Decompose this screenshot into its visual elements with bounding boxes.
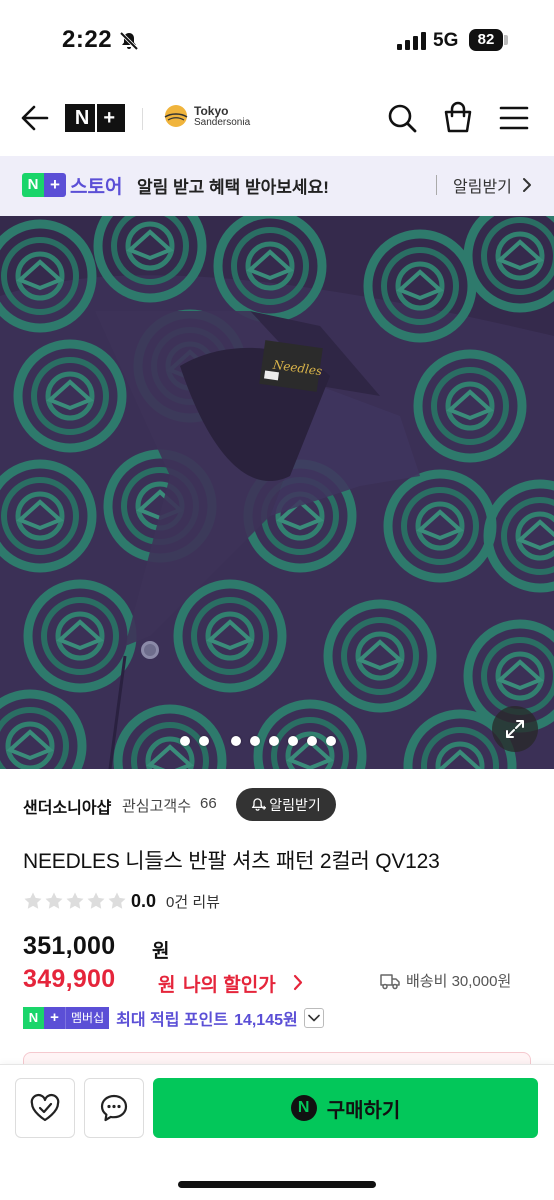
chat-bubble-icon — [100, 1094, 128, 1122]
promo-divider — [436, 175, 437, 195]
chevron-right-icon — [293, 974, 303, 991]
shopping-bag-icon[interactable] — [442, 100, 474, 134]
store-notify-button[interactable]: 알림받기 — [236, 788, 336, 821]
search-icon[interactable] — [386, 102, 418, 134]
rating-score: 0.0 — [131, 890, 157, 911]
badge-n: N — [22, 173, 44, 197]
store-logo-icon[interactable] — [162, 102, 190, 130]
star-icon — [45, 892, 63, 909]
logo-separator — [95, 104, 98, 132]
wishlist-button[interactable] — [15, 1078, 75, 1138]
naver-pay-icon: N — [290, 1095, 317, 1121]
badge-plus: + — [44, 1007, 65, 1029]
star-icon — [66, 892, 84, 909]
store-info-row: 샌더소니아샵 관심고객수 66 알림받기 — [0, 769, 554, 841]
promo-notify-link[interactable]: 알림받기 — [453, 173, 512, 197]
promo-store-label: 스토어 — [70, 177, 123, 198]
points-value: 14,145원 — [234, 1012, 298, 1029]
home-indicator[interactable] — [178, 1181, 376, 1188]
nplus-store-badge: N + — [22, 173, 66, 197]
gallery-dot[interactable] — [269, 736, 279, 746]
status-time: 2:22 — [62, 26, 113, 53]
sale-price-unit: 원 — [158, 975, 176, 996]
header-divider — [142, 108, 143, 130]
buy-button[interactable]: N 구매하기 — [153, 1078, 538, 1138]
fan-count-label: 관심고객수 — [122, 798, 192, 815]
star-icon — [24, 892, 42, 909]
points-label: 최대 적립 포인트 — [116, 1012, 229, 1029]
gallery-dot[interactable] — [180, 736, 190, 746]
badge-n: N — [23, 1007, 44, 1029]
network-type: 5G — [433, 30, 459, 51]
sale-price: 349,900 — [23, 965, 116, 993]
store-name[interactable]: 샌더소니아샵 — [23, 794, 111, 818]
membership-label: 멤버십 — [65, 1007, 110, 1029]
points-expand-button[interactable] — [303, 1008, 324, 1028]
store-notify-label: 알림받기 — [269, 796, 321, 813]
battery-level: 82 — [469, 29, 503, 51]
truck-icon — [380, 973, 400, 989]
expand-icon — [506, 720, 524, 738]
heart-check-icon — [30, 1093, 60, 1122]
gallery-dot[interactable] — [326, 736, 336, 746]
star-icon — [108, 892, 126, 909]
store-notify-banner[interactable]: N + 스토어 알림 받고 혜택 받아보세요! 알림받기 — [0, 156, 554, 216]
points-row[interactable]: N + 멤버십 최대 적립 포인트 14,145원 — [23, 1006, 324, 1030]
star-icon — [87, 892, 105, 909]
buy-label: 구매하기 — [326, 1099, 401, 1122]
gallery-dot[interactable] — [231, 736, 241, 746]
review-count[interactable]: 0건 리뷰 — [166, 891, 220, 912]
store-logo-line2: Sandersonia — [194, 117, 251, 128]
product-image[interactable]: Needles — [0, 216, 554, 769]
star-rating — [23, 891, 127, 911]
shirt-illustration: Needles — [0, 216, 554, 769]
bell-off-icon — [119, 31, 139, 51]
promo-message: 알림 받고 혜택 받아보세요! — [137, 178, 329, 197]
nplus-logo-n: N — [74, 106, 90, 129]
badge-plus: + — [44, 173, 66, 197]
expand-image-button[interactable] — [492, 706, 538, 752]
status-bar: 2:22 5G 82 — [0, 0, 554, 80]
gallery-dot[interactable] — [199, 736, 209, 746]
gallery-dot[interactable] — [307, 736, 317, 746]
chevron-right-icon — [523, 178, 531, 192]
shipping-fee: 배송비 30,000원 — [406, 973, 512, 990]
original-price-unit: 원 — [152, 941, 170, 962]
chevron-down-icon — [307, 1014, 320, 1022]
nplus-membership-badge: N + 멤버십 — [23, 1007, 110, 1029]
gallery-pagination[interactable] — [180, 736, 336, 746]
battery-cap — [504, 35, 508, 45]
rating-row[interactable]: 0.0 0건 리뷰 — [23, 890, 220, 912]
product-title: NEEDLES 니들스 반팔 셔츠 패턴 2컬러 QV123 — [23, 850, 440, 873]
original-price: 351,000 — [23, 932, 116, 960]
store-logo-line1: Tokyo — [194, 104, 229, 118]
nplus-logo[interactable]: N + — [65, 104, 125, 132]
talk-talk-button[interactable] — [84, 1078, 144, 1138]
menu-icon[interactable] — [499, 104, 529, 132]
bell-plus-icon — [251, 798, 267, 811]
nplus-logo-plus: + — [103, 106, 116, 129]
app-header: N + Tokyo Sandersonia — [0, 80, 554, 156]
gallery-dot[interactable] — [288, 736, 298, 746]
my-discount-link[interactable]: 나의 할인가 — [183, 970, 276, 997]
bottom-action-bar: N 구매하기 — [0, 1064, 554, 1200]
gallery-dot[interactable] — [250, 736, 260, 746]
store-logo-text[interactable]: Tokyo Sandersonia — [194, 104, 251, 128]
back-arrow-icon[interactable] — [20, 100, 50, 136]
signal-icon — [397, 32, 426, 50]
fan-count: 66 — [200, 795, 217, 812]
shipping-info[interactable]: 배송비 30,000원 — [380, 970, 511, 991]
